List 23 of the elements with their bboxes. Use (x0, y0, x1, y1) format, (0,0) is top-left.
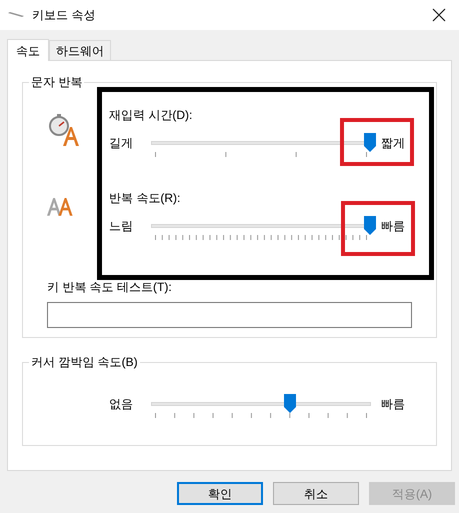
slider-label: 반복 속도(R): (109, 190, 180, 206)
min-label: 느림 (109, 218, 134, 234)
slider-label: 재입력 시간(D): (109, 107, 192, 123)
dialog-button[interactable]: 취소 (273, 482, 359, 505)
slider-thumb[interactable] (364, 216, 376, 235)
max-label: 빠름 (381, 396, 405, 412)
window-title: 키보드 속성 (32, 7, 96, 24)
close-icon (432, 8, 446, 22)
group-title: 문자 반복 (29, 74, 84, 90)
dialog-button[interactable]: 확인 (177, 482, 263, 505)
test-input-field[interactable] (47, 302, 412, 328)
stopwatch-letter-icon (47, 113, 81, 147)
min-label: 없음 (109, 396, 134, 412)
max-label: 짧게 (381, 135, 405, 151)
min-label: 길게 (109, 135, 134, 151)
max-label: 빠름 (381, 218, 405, 234)
keyboard-icon (8, 11, 24, 19)
test-label: 키 반복 속도 테스트(T): (47, 279, 172, 295)
slider-thumb[interactable] (364, 133, 376, 152)
group-title: 커서 깜박임 속도(B) (29, 354, 140, 370)
tab[interactable]: 속도 (7, 39, 49, 61)
tab[interactable]: 하드웨어 (49, 40, 111, 60)
slider-thumb[interactable] (284, 394, 296, 413)
